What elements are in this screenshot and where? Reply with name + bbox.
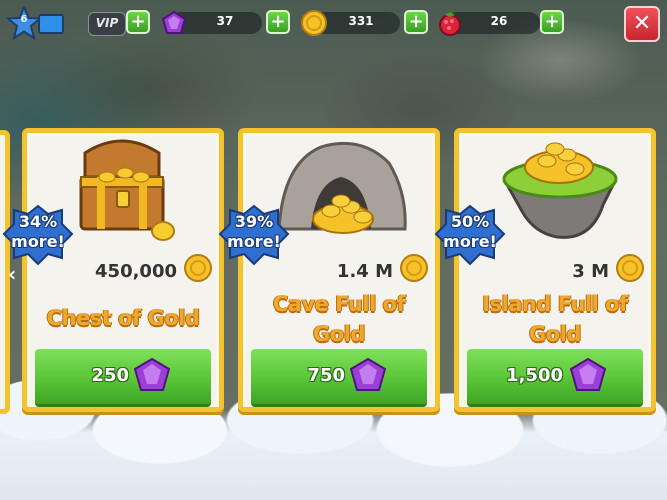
gold-coin-icon: [301, 10, 327, 36]
offer-title: Chest of Gold: [46, 306, 200, 330]
vip-plus-button[interactable]: +: [126, 10, 150, 34]
coins-count: 331: [348, 14, 374, 28]
level-number: 6: [20, 14, 28, 25]
gold-coin-icon: [616, 254, 644, 282]
bonus-percent: 34%: [18, 212, 58, 231]
gold-coin-icon: [400, 254, 428, 282]
bonus-more-label: more!: [443, 232, 497, 251]
price-label: 1,500: [506, 365, 563, 386]
purple-gem-icon: [569, 357, 607, 391]
buy-button[interactable]: 1,500: [467, 349, 643, 407]
top-bar: 6 VIP + 37 + 331 + 26 + ✕: [0, 0, 667, 48]
price-label: 250: [91, 365, 129, 386]
gold-amount: 450,000: [95, 261, 177, 282]
bonus-percent: 39%: [234, 212, 274, 231]
coins-plus-button[interactable]: +: [404, 10, 428, 34]
gold-coin-icon: [184, 254, 212, 282]
purple-gem-icon: [349, 357, 387, 391]
offer-title-line1: Island Full of: [482, 292, 628, 316]
bonus-more-label: more!: [11, 232, 65, 251]
offer-title-line2: Gold: [313, 322, 365, 346]
gold-cave-icon: [277, 141, 407, 234]
close-button[interactable]: ✕: [624, 6, 660, 42]
buy-button[interactable]: 250: [35, 349, 211, 407]
offer-title-line1: Cave Full of: [272, 292, 406, 316]
purple-gem-icon: [161, 10, 187, 34]
bonus-more-label: more!: [227, 232, 281, 251]
offer-title-line2: Gold: [529, 322, 581, 346]
buy-button[interactable]: 750: [251, 349, 427, 407]
gold-island-icon: [502, 142, 618, 239]
offer-card-cave-full-of-gold[interactable]: 1.4 M Cave Full of Gold 750: [238, 128, 440, 412]
price-label: 750: [307, 365, 345, 386]
gold-amount: 1.4 M: [336, 261, 393, 282]
bonus-badge: 39% more!: [218, 204, 290, 266]
raspberry-icon: [439, 12, 461, 36]
treasure-chest-icon: [79, 139, 175, 241]
berries-plus-button[interactable]: +: [540, 10, 564, 34]
berries-count: 26: [490, 14, 508, 28]
xp-progress-bar: [38, 14, 64, 34]
gems-count: 37: [216, 14, 234, 28]
gems-plus-button[interactable]: +: [266, 10, 290, 34]
bonus-badge: 34% more!: [2, 204, 74, 266]
bonus-percent: 50%: [450, 212, 490, 231]
vip-badge[interactable]: VIP: [88, 12, 126, 36]
bonus-badge: 50% more!: [434, 204, 506, 266]
purple-gem-icon: [133, 357, 171, 391]
offer-card-chest-of-gold[interactable]: 450,000 Chest of Gold 250: [22, 128, 224, 412]
offer-card-island-full-of-gold[interactable]: 3 M Island Full of Gold 1,500: [454, 128, 656, 412]
gold-amount: 3 M: [572, 261, 609, 282]
